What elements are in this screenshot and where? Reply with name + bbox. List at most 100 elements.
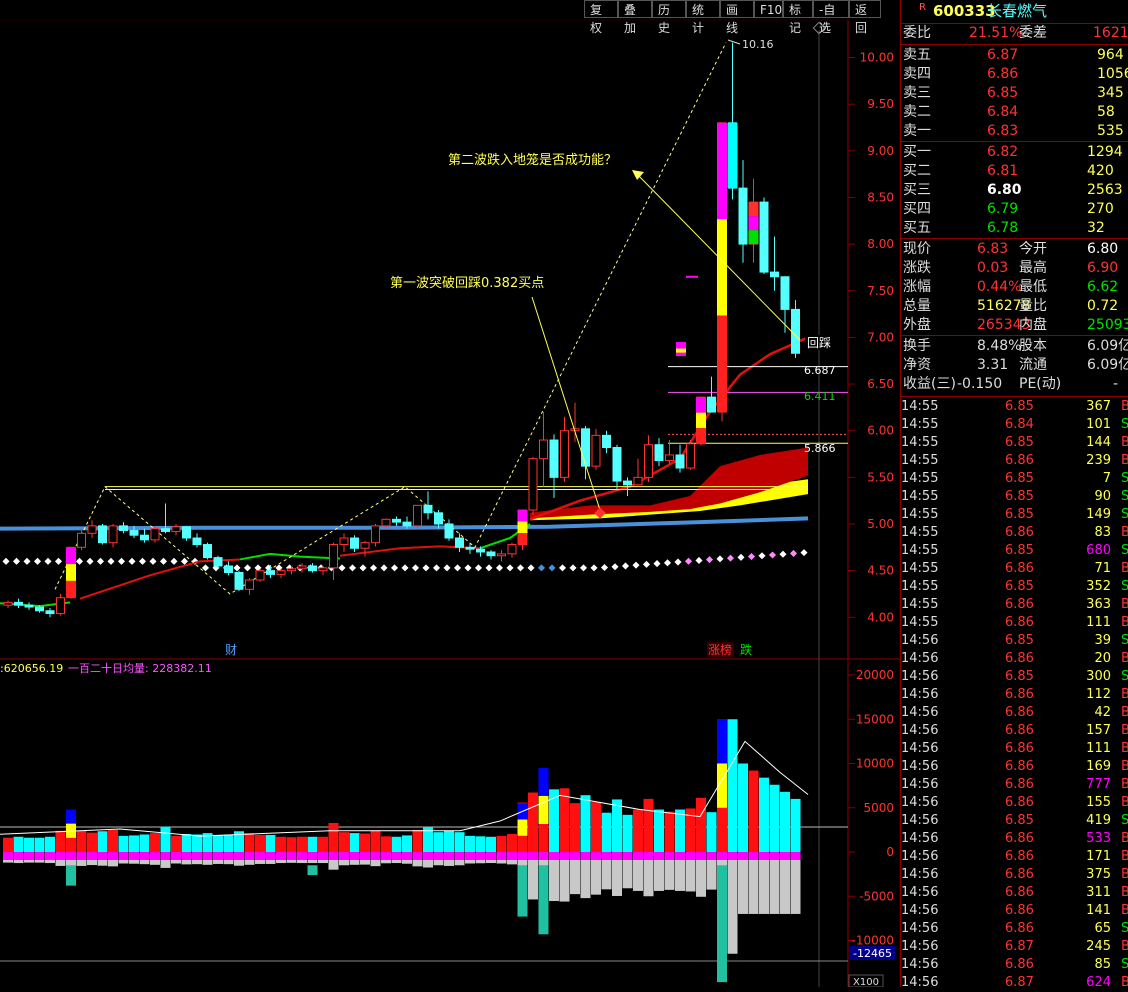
signal-dot	[600, 563, 609, 572]
volume-bar	[444, 830, 454, 852]
tick-time: 14:56	[901, 705, 939, 720]
candle	[3, 600, 13, 608]
candle-body	[528, 458, 538, 511]
toolbar-button-3[interactable]: 统计	[686, 0, 720, 35]
signal-dot	[12, 557, 21, 565]
tick-side: S	[1121, 417, 1128, 432]
candle-body	[654, 444, 664, 462]
toolbar-button-7[interactable]: -自选	[813, 0, 849, 35]
signal-dot	[674, 558, 682, 566]
toolbar-button-0[interactable]: 复权	[584, 0, 618, 35]
candle	[56, 593, 65, 616]
candle-body	[539, 439, 548, 460]
bid-volume: 2563	[1087, 182, 1123, 198]
volume-bar-negative	[759, 852, 769, 914]
candle-body	[308, 565, 317, 572]
candle	[791, 300, 800, 358]
tick-side: B	[1121, 777, 1128, 792]
tick-row: 14:56 6.87 245 B	[901, 938, 1128, 956]
candle-body	[56, 597, 65, 615]
volume-tick-label: 20000	[856, 668, 894, 682]
candle-body	[213, 557, 223, 567]
signal-dot	[359, 564, 367, 572]
volume-tick-label: 10000	[856, 757, 894, 771]
tick-row: 14:55 6.86 83 B	[901, 524, 1128, 542]
tick-time: 14:56	[901, 939, 939, 954]
bid-volume: 1294	[1087, 144, 1123, 160]
tick-price: 6.85	[1005, 669, 1034, 684]
volume-bar	[559, 788, 570, 852]
tick-side: B	[1121, 399, 1128, 414]
bid-row: 买三 6.80 2563	[901, 181, 1128, 200]
volume-tick-label: 0	[886, 845, 894, 859]
tick-price: 6.86	[1005, 867, 1034, 882]
peak-pointer	[727, 39, 741, 45]
tick-side: B	[1121, 741, 1128, 756]
toolbar-button-1[interactable]: 叠加	[618, 0, 652, 35]
volume-bar-magenta	[454, 852, 465, 860]
signal-dot	[474, 564, 483, 572]
ask-volume: 1056	[1097, 66, 1128, 82]
signal-dot	[338, 564, 346, 572]
volume-bar	[486, 836, 496, 852]
volume-bar-magenta	[97, 852, 108, 860]
signal-dot	[170, 557, 178, 565]
toolbar-button-8[interactable]: 返回	[849, 0, 881, 35]
tick-time: 14:55	[901, 399, 939, 414]
volume-bar	[370, 830, 381, 852]
tick-volume: 90	[1094, 489, 1111, 504]
signal-dot	[579, 564, 588, 572]
candle-highlight	[66, 564, 76, 581]
kline-chart[interactable]: 10.00 9.50 9.00 8.50 8.00 7.50 7.00 6.50 6.00 5.5…	[0, 0, 900, 987]
candle	[644, 435, 653, 483]
tick-side: B	[1121, 453, 1128, 468]
volume-bar-negative	[790, 852, 801, 914]
tick-volume: 101	[1086, 417, 1111, 432]
toolbar-button-5[interactable]: F10	[754, 0, 783, 18]
candle-body	[98, 525, 107, 544]
candle-body	[129, 530, 139, 536]
first-wave-arrow	[531, 296, 601, 511]
candle	[497, 550, 506, 562]
candle-highlight	[696, 397, 706, 413]
volume-bar	[265, 834, 276, 852]
signal-dot	[642, 560, 651, 568]
price-tick-label: 5.00	[867, 517, 894, 531]
volume-bar-magenta	[612, 852, 622, 860]
tick-row: 14:55 6.85 7 S	[901, 470, 1128, 488]
toolbar-button-4[interactable]: 画线	[720, 0, 754, 35]
tick-row: 14:56 6.86 155 B	[901, 794, 1128, 812]
volume-bar	[507, 834, 517, 852]
volume-bar-negative	[727, 852, 738, 954]
candle-body	[434, 512, 443, 525]
price-tick-label: 6.00	[867, 424, 894, 438]
tick-volume: 375	[1086, 867, 1111, 882]
signal-dot	[663, 559, 672, 567]
candle-body	[224, 565, 233, 574]
volume-bar-magenta	[66, 852, 76, 860]
candle-body	[77, 532, 86, 548]
candle	[560, 416, 569, 483]
volume-bar	[339, 832, 349, 852]
candle-body	[119, 525, 128, 532]
volume-bar	[97, 831, 108, 852]
toolbar-button-2[interactable]: 历史	[652, 0, 686, 35]
volume-bar	[76, 830, 87, 852]
candle	[612, 444, 622, 491]
signal-dot	[443, 564, 451, 572]
ask-row: 卖三 6.85 345	[901, 84, 1128, 103]
signal-dot	[558, 564, 567, 572]
toolbar-button-6[interactable]: 标记	[783, 0, 813, 35]
candle	[539, 412, 548, 487]
ask-volume: 58	[1097, 104, 1115, 120]
tick-volume: 367	[1086, 399, 1111, 414]
tick-price: 6.86	[1005, 849, 1034, 864]
candle-body	[455, 537, 464, 548]
signal-dot	[149, 557, 157, 565]
candle	[675, 444, 685, 473]
tick-side: B	[1121, 849, 1128, 864]
price-tick-label: 7.50	[867, 284, 894, 298]
tick-price: 6.86	[1005, 615, 1034, 630]
volume-bar	[307, 836, 318, 852]
tick-row: 14:56 6.86 20 B	[901, 650, 1128, 668]
